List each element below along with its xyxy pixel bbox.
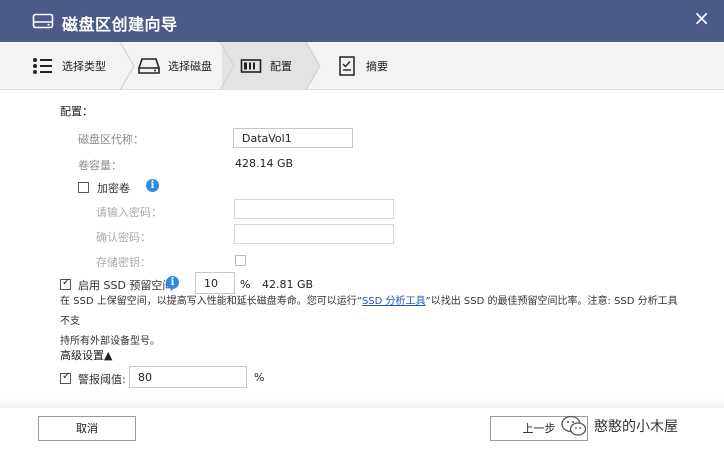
ssd-note: 在 SSD 上保留空间，以提高写入性能和延长磁盘寿命。您可以运行“SSD 分析工…: [60, 292, 680, 352]
save-key-label: 存储密钥：: [96, 256, 151, 269]
save-key-checkbox[interactable]: [235, 255, 246, 266]
watermark: 憨憨的小木屋: [560, 414, 678, 438]
step-summary: 摘要: [336, 42, 388, 90]
config-section-title: 配置：: [60, 105, 93, 118]
list-icon: [33, 58, 52, 74]
close-button[interactable]: ×: [693, 6, 710, 30]
password-label: 请输入密码：: [96, 206, 162, 219]
password-input[interactable]: [234, 199, 394, 219]
wechat-icon: [561, 415, 587, 436]
step-label: 选择磁盘: [168, 60, 212, 73]
ssd-reserve-checkbox[interactable]: ✓: [60, 277, 71, 290]
capacity-label: 卷容量：: [78, 159, 122, 172]
encrypt-label: 加密卷: [97, 182, 130, 195]
summary-icon: [339, 56, 355, 76]
window-title: 磁盘区创建向导: [62, 15, 178, 34]
config-icon: [240, 59, 262, 73]
disk-icon: [32, 13, 54, 29]
alert-threshold-label: 警报阈值:: [78, 373, 126, 386]
hdd-icon: [138, 58, 160, 74]
ssd-reserve-label: 启用 SSD 预留空间: [78, 279, 174, 292]
confirm-password-label: 确认密码：: [96, 231, 151, 244]
alert-threshold-checkbox[interactable]: ✓: [60, 371, 71, 384]
wizard-steps: 选择类型 选择磁盘 配置 摘要: [0, 42, 724, 90]
alias-label: 磁盘区代称：: [78, 133, 144, 146]
step-label: 配置: [270, 60, 292, 73]
step-config: 配置: [240, 42, 292, 90]
step-separator: [119, 42, 135, 90]
encrypt-checkbox[interactable]: [78, 182, 89, 193]
check-mark-icon: ✓: [62, 371, 71, 382]
step-label: 摘要: [366, 60, 388, 73]
step-separator: [304, 42, 321, 90]
check-mark-icon: ✓: [62, 277, 71, 288]
title-bar: 磁盘区创建向导 ×: [0, 0, 724, 42]
ssd-reserve-size: 42.81 GB: [262, 278, 314, 291]
step-select-disk: 选择磁盘: [138, 42, 212, 90]
step-separator: [219, 42, 235, 90]
alert-threshold-input[interactable]: [129, 366, 247, 388]
encrypt-info-icon[interactable]: i: [146, 179, 159, 192]
step-select-type: 选择类型: [32, 42, 106, 90]
capacity-value: 428.14 GB: [235, 157, 294, 170]
alert-threshold-unit: %: [254, 371, 265, 384]
ssd-note-text: 持所有外部设备型号。: [60, 336, 160, 347]
footer-divider: [0, 398, 724, 408]
ssd-percent-input[interactable]: [195, 272, 235, 294]
ssd-note-text: 在 SSD 上保留空间，以提高写入性能和延长磁盘寿命。您可以运行“: [60, 296, 362, 307]
ssd-percent-unit: %: [240, 278, 251, 291]
ssd-info-icon[interactable]: i: [166, 276, 179, 289]
alias-input[interactable]: [233, 128, 353, 148]
cancel-button[interactable]: 取消: [38, 416, 136, 441]
ssd-analysis-tool-link[interactable]: SSD 分析工具: [362, 296, 426, 307]
step-label: 选择类型: [62, 60, 106, 73]
advanced-settings-toggle[interactable]: 高级设置▲: [60, 347, 112, 363]
watermark-text: 憨憨的小木屋: [594, 419, 678, 435]
confirm-password-input[interactable]: [234, 224, 394, 244]
